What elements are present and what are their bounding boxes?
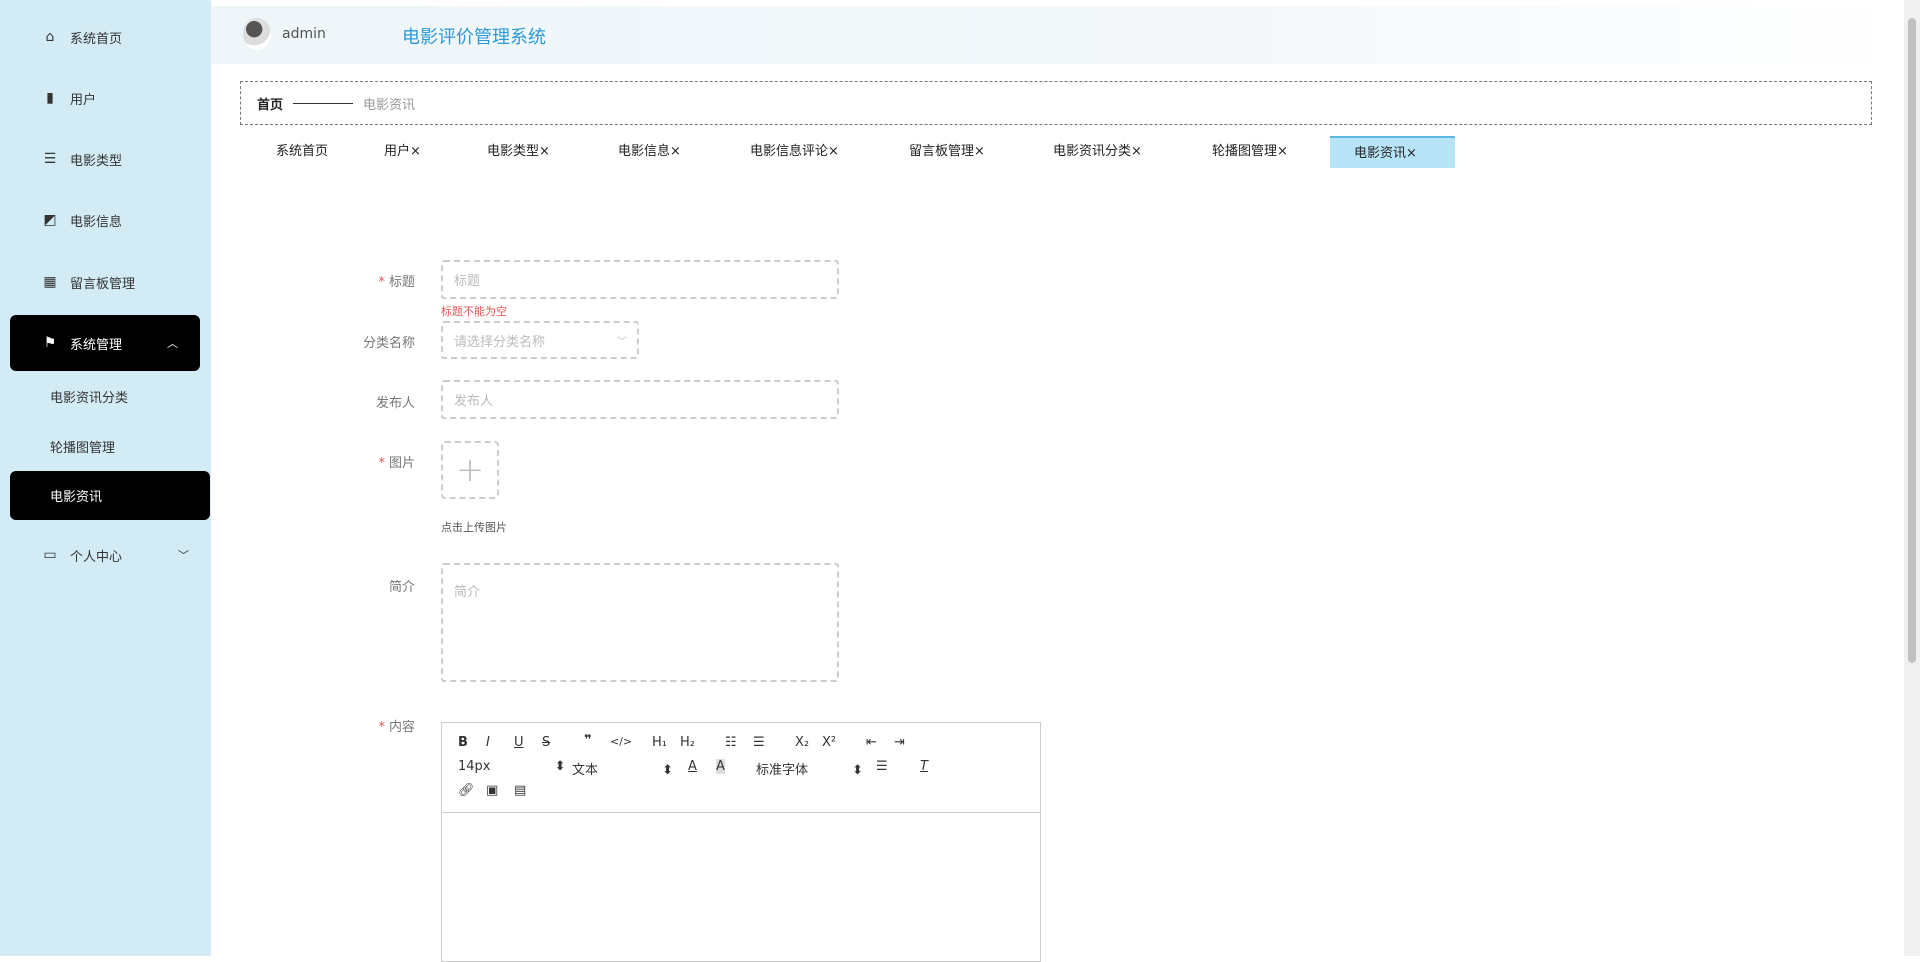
rich-text-editor: B I U S ❞ </> H₁ H₂ ☷ ☰ X₂ X² ⇤ ⇥ 14px ⬍… xyxy=(441,722,1041,962)
sliders-icon: ☰ xyxy=(43,151,57,167)
chevron-down-icon: ﹀ xyxy=(178,549,189,562)
blockquote-icon[interactable]: ❞ xyxy=(584,733,592,748)
submenu-carousel[interactable]: 轮播图管理 xyxy=(0,426,211,466)
app-title: 电影评价管理系统 xyxy=(402,27,546,48)
align-icon[interactable]: ☰ xyxy=(876,759,888,774)
tab-movie-comments[interactable]: 电影信息评论× xyxy=(726,136,863,168)
intro-placeholder: 简介 xyxy=(454,585,481,600)
publisher-placeholder: 发布人 xyxy=(454,394,494,409)
category-placeholder: 请选择分类名称 xyxy=(454,334,546,350)
breadcrumb-separator xyxy=(293,102,354,104)
subscript-icon[interactable]: X₂ xyxy=(795,735,809,750)
superscript-icon[interactable]: X² xyxy=(822,735,836,750)
intro-textarea[interactable]: 简介 xyxy=(441,563,839,682)
publisher-input[interactable]: 发布人 xyxy=(441,380,839,419)
image-upload-button[interactable]: + xyxy=(441,441,499,499)
sidebar-item-users[interactable]: ▮ 用户 xyxy=(0,78,211,118)
sidebar-item-system[interactable]: ⚑ 系统管理 ︿ xyxy=(10,315,200,371)
tab-users[interactable]: 用户× xyxy=(360,136,445,168)
tab-message-board[interactable]: 留言板管理× xyxy=(885,136,1009,168)
sidebar-item-label: 系统首页 xyxy=(70,31,123,47)
sidebar-item-message-board[interactable]: ▦ 留言板管理 xyxy=(0,262,211,302)
title-error: 标题不能为空 xyxy=(441,305,507,318)
flag-icon: ⚑ xyxy=(43,335,57,351)
font-color-icon[interactable]: A xyxy=(688,759,697,774)
sidebar-item-home[interactable]: ⌂ 系统首页 xyxy=(0,17,211,57)
link-icon[interactable]: 🔗︎ xyxy=(458,783,475,798)
ordered-list-icon[interactable]: ☷ xyxy=(725,735,737,750)
intro-label: 简介 xyxy=(388,580,415,595)
chevron-up-icon: ︿ xyxy=(167,337,178,350)
grid-icon: ▦ xyxy=(43,274,57,290)
sidebar-item-label: 用户 xyxy=(70,92,97,108)
submenu-label: 电影资讯分类 xyxy=(50,390,129,406)
indent-icon[interactable]: ⇥ xyxy=(894,735,905,750)
editor-toolbar: B I U S ❞ </> H₁ H₂ ☷ ☰ X₂ X² ⇤ ⇥ 14px ⬍… xyxy=(442,723,1040,813)
image-icon[interactable]: ▣ xyxy=(486,783,498,798)
submenu-label: 电影资讯 xyxy=(50,490,103,505)
code-icon[interactable]: </> xyxy=(610,735,632,748)
italic-icon[interactable]: I xyxy=(486,735,490,750)
strike-icon[interactable]: S xyxy=(542,735,550,750)
sidebar-item-label: 留言板管理 xyxy=(70,276,136,292)
chevron-down-icon: ﹀ xyxy=(617,336,627,348)
bold-icon[interactable]: B xyxy=(458,735,468,750)
bullet-list-icon[interactable]: ☰ xyxy=(753,735,765,750)
sidebar-item-movie-info[interactable]: ◩ 电影信息 xyxy=(0,200,211,240)
underline-icon[interactable]: U xyxy=(514,735,524,750)
title-input[interactable]: 标题 xyxy=(441,260,839,299)
sidebar-item-movie-types[interactable]: ☰ 电影类型 xyxy=(0,139,211,179)
clear-format-icon[interactable]: T xyxy=(920,759,928,774)
sidebar-item-label: 个人中心 xyxy=(70,549,123,565)
chart-icon: ◩ xyxy=(43,212,57,228)
image-label: * 图片 xyxy=(378,456,415,471)
upload-hint: 点击上传图片 xyxy=(441,521,507,534)
header: admin 电影评价管理系统 xyxy=(211,6,1904,64)
tab-movie-types[interactable]: 电影类型× xyxy=(463,136,574,168)
sidebar-item-label: 电影类型 xyxy=(70,153,123,169)
username[interactable]: admin xyxy=(282,26,326,42)
video-icon[interactable]: ▤ xyxy=(514,783,526,798)
plus-icon: + xyxy=(455,450,485,490)
tab-news-category[interactable]: 电影资讯分类× xyxy=(1029,136,1166,168)
tab-home[interactable]: 系统首页 xyxy=(252,136,352,168)
breadcrumb: 首页 电影资讯 xyxy=(240,81,1872,125)
sidebar-item-label: 电影信息 xyxy=(70,214,123,230)
sidebar: ⌂ 系统首页 ▮ 用户 ☰ 电影类型 ◩ 电影信息 ▦ 留言板管理 ⚑ 系统管理 ︿ 电影资讯… xyxy=(0,0,211,956)
h1-icon[interactable]: H₁ xyxy=(652,735,667,750)
card-icon: ▭ xyxy=(43,547,57,563)
tab-movie-info[interactable]: 电影信息× xyxy=(594,136,705,168)
title-label: * 标题 xyxy=(378,275,415,290)
font-size-select[interactable]: 14px ⬍ xyxy=(458,759,566,774)
category-label: 分类名称 xyxy=(362,336,415,351)
scrollbar[interactable] xyxy=(1904,0,1920,956)
submenu-news-category[interactable]: 电影资讯分类 xyxy=(0,376,211,416)
sidebar-item-profile[interactable]: ▭ 个人中心 ﹀ xyxy=(0,535,211,575)
home-icon: ⌂ xyxy=(45,29,55,45)
category-select[interactable]: 请选择分类名称 ﹀ xyxy=(441,321,639,359)
text-type-select[interactable]: 文本 ⬍ xyxy=(572,759,673,778)
h2-icon[interactable]: H₂ xyxy=(680,735,695,750)
background-color-icon[interactable]: A xyxy=(716,759,725,774)
breadcrumb-home[interactable]: 首页 xyxy=(257,94,283,113)
tab-carousel[interactable]: 轮播图管理× xyxy=(1188,136,1312,168)
sidebar-item-label: 系统管理 xyxy=(70,337,123,353)
submenu-label: 轮播图管理 xyxy=(50,440,116,456)
scrollbar-thumb[interactable] xyxy=(1908,18,1916,663)
book-icon: ▮ xyxy=(46,90,54,106)
publisher-label: 发布人 xyxy=(375,396,415,411)
outdent-icon[interactable]: ⇤ xyxy=(866,735,877,750)
avatar[interactable] xyxy=(243,18,271,50)
font-family-select[interactable]: 标准字体 ⬍ xyxy=(756,759,863,778)
tab-bar: 系统首页 用户× 电影类型× 电影信息× 电影信息评论× 留言板管理× 电影资讯… xyxy=(240,136,1872,176)
submenu-movie-news[interactable]: 电影资讯 xyxy=(10,471,210,520)
title-placeholder: 标题 xyxy=(454,274,481,289)
content-label: * 内容 xyxy=(378,720,415,735)
breadcrumb-current: 电影资讯 xyxy=(363,97,416,113)
tab-movie-news[interactable]: 电影资讯× xyxy=(1330,136,1455,168)
